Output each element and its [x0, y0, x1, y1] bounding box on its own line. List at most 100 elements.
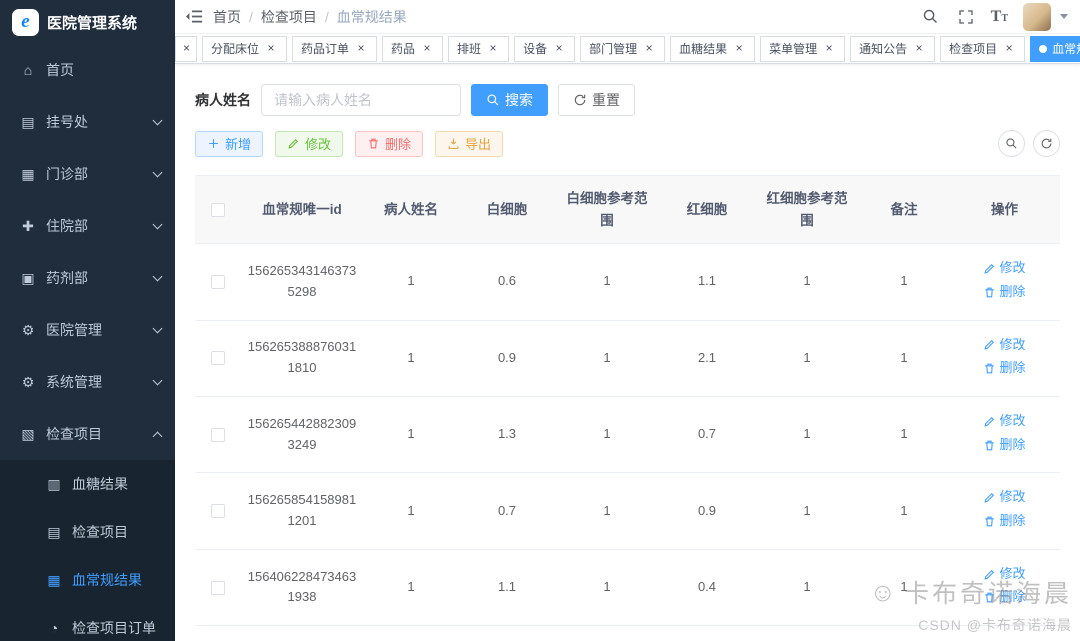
tab-close-icon[interactable]: × [552, 41, 566, 56]
tab[interactable]: 检查项目 × [940, 35, 1026, 62]
cell-rbc-ref: 1 [755, 549, 859, 627]
row-delete-button[interactable]: 删除 [983, 282, 1026, 303]
chevron-icon [152, 271, 163, 282]
breadcrumb-current: 血常规结果 [336, 8, 407, 25]
tags-view: × 分配床位 × 药品订单 × 药品 × 排班 × 设备 × 部门管理 × 血糖… [175, 34, 1080, 64]
patient-name-input[interactable] [261, 84, 461, 116]
tab-close-icon[interactable]: × [486, 41, 500, 56]
edit-button[interactable]: 修改 [275, 130, 344, 157]
row-edit-button[interactable]: 修改 [983, 258, 1026, 279]
row-checkbox[interactable] [211, 580, 225, 595]
sidebar-item[interactable]: ⚙ 系统管理 [0, 356, 175, 408]
tab[interactable]: 药品订单 × [292, 35, 378, 62]
row-checkbox[interactable] [211, 275, 225, 290]
tab[interactable]: 设备 × [514, 35, 576, 62]
table-row: 1562653431463735298 1 0.6 1 1.1 1 1 修改 删… [195, 243, 1060, 321]
tab[interactable]: 血糖结果 × [670, 35, 756, 62]
delete-button[interactable]: 删除 [355, 130, 424, 157]
row-checkbox[interactable] [211, 504, 225, 519]
app-logo[interactable]: e 医院管理系统 [0, 0, 175, 44]
tab[interactable]: 排班 × [448, 35, 510, 62]
tab-label: 菜单管理 [769, 42, 818, 56]
tab[interactable]: 药品 × [382, 35, 444, 62]
row-delete-button[interactable]: 删除 [983, 511, 1026, 532]
caret-down-icon[interactable] [1060, 14, 1068, 19]
sidebar-subitem[interactable]: ◔ 检查项目订单 [0, 604, 175, 641]
sidebar-subitem[interactable]: ▦ 血常规结果 [0, 556, 175, 604]
breadcrumb-exam-items[interactable]: 检查项目 [261, 7, 317, 27]
breadcrumb-separator: / [324, 8, 329, 25]
tab-close-icon[interactable]: × [420, 41, 434, 56]
cell-wbc: 1.3 [459, 396, 555, 474]
tab-close-icon[interactable]: × [264, 41, 278, 56]
app-title: 医院管理系统 [47, 14, 138, 32]
row-edit-button[interactable]: 修改 [983, 487, 1026, 508]
chevron-icon [152, 323, 163, 334]
tab-close-icon[interactable]: × [912, 41, 926, 56]
sidebar-item-label: 挂号处 [46, 114, 88, 130]
sidebar-item[interactable]: ▤ 挂号处 [0, 96, 175, 148]
font-size-icon[interactable]: TT [991, 8, 1008, 25]
cell-rbc: 0.4 [659, 549, 755, 627]
show-search-toggle-icon[interactable] [998, 130, 1025, 157]
cell-patient-name: 1 [363, 472, 459, 550]
cell-rbc: 1.1 [659, 243, 755, 321]
sidebar-item[interactable]: ⚙ 医院管理 [0, 304, 175, 356]
refresh-icon[interactable] [1033, 130, 1060, 157]
row-checkbox[interactable] [211, 427, 225, 442]
row-edit-button[interactable]: 修改 [983, 335, 1026, 356]
sidebar-item[interactable]: ▧ 检查项目 [0, 408, 175, 460]
sidebar-item[interactable]: ▦ 门诊部 [0, 148, 175, 200]
breadcrumb: 首页 / 检查项目 / 血常规结果 [213, 7, 407, 27]
content: 病人姓名 搜索 重置 新增 修改 [175, 64, 1080, 641]
sidebar-item[interactable]: ▣ 药剂部 [0, 252, 175, 304]
exam-order-gauge-icon: ◔ [49, 620, 59, 636]
sidebar-item[interactable]: ⌂ 首页 [0, 44, 175, 96]
tab[interactable]: 血常规结果 × [1030, 35, 1080, 62]
export-button[interactable]: 导出 [435, 130, 504, 157]
tab-close-icon[interactable]: × [354, 41, 368, 56]
avatar[interactable] [1023, 2, 1051, 31]
hospital-logo-icon: e [12, 8, 39, 36]
tab[interactable]: 菜单管理 × [760, 35, 846, 62]
select-all-checkbox[interactable] [211, 203, 225, 218]
hospital-manage-gear-icon: ⚙ [21, 321, 35, 338]
tab[interactable]: 分配床位 × [202, 35, 288, 62]
cell-wbc: 1.1 [459, 549, 555, 627]
sidebar-item[interactable]: ✚ 住院部 [0, 200, 175, 252]
sidebar-subitem[interactable]: ▥ 血糖结果 [0, 460, 175, 508]
tab-close-icon[interactable]: × [183, 41, 190, 56]
cell-rbc: 0.7 [659, 396, 755, 474]
cell-wbc: 0.9 [459, 320, 555, 397]
cell-patient-name: 1 [363, 243, 459, 321]
sidebar-item-label: 系统管理 [46, 374, 102, 390]
outpatient-icon: ▦ [21, 165, 35, 182]
sidebar-subitem-label: 血常规结果 [72, 572, 142, 588]
row-delete-button[interactable]: 删除 [983, 587, 1026, 608]
cell-blood-routine-id: 1562653431463735298 [241, 243, 363, 321]
tab[interactable]: 通知公告 × [850, 35, 936, 62]
sidebar-fold-icon[interactable] [175, 0, 213, 34]
tab-label: 设备 [523, 42, 548, 56]
breadcrumb-home[interactable]: 首页 [213, 7, 241, 27]
search-icon[interactable] [921, 7, 941, 27]
trash-icon [985, 363, 995, 374]
row-delete-button[interactable]: 删除 [983, 358, 1026, 379]
tab-close-icon[interactable]: × [642, 41, 656, 56]
tab[interactable]: × [175, 35, 197, 62]
add-button[interactable]: 新增 [195, 130, 264, 157]
reset-button[interactable]: 重置 [558, 84, 635, 116]
row-delete-button[interactable]: 删除 [983, 435, 1026, 456]
tab-close-icon[interactable]: × [732, 41, 746, 56]
row-edit-button[interactable]: 修改 [983, 564, 1026, 585]
fullscreen-icon[interactable] [956, 7, 976, 27]
tab[interactable]: 部门管理 × [580, 35, 666, 62]
pencil-icon [984, 416, 995, 427]
sidebar-subitem[interactable]: ▤ 检查项目 [0, 508, 175, 556]
tab-close-icon[interactable]: × [822, 41, 836, 56]
row-checkbox[interactable] [211, 351, 225, 366]
tab-close-icon[interactable]: × [1002, 41, 1016, 56]
search-button[interactable]: 搜索 [471, 84, 548, 116]
sidebar-item-label: 住院部 [46, 218, 88, 234]
row-edit-button[interactable]: 修改 [983, 411, 1026, 432]
